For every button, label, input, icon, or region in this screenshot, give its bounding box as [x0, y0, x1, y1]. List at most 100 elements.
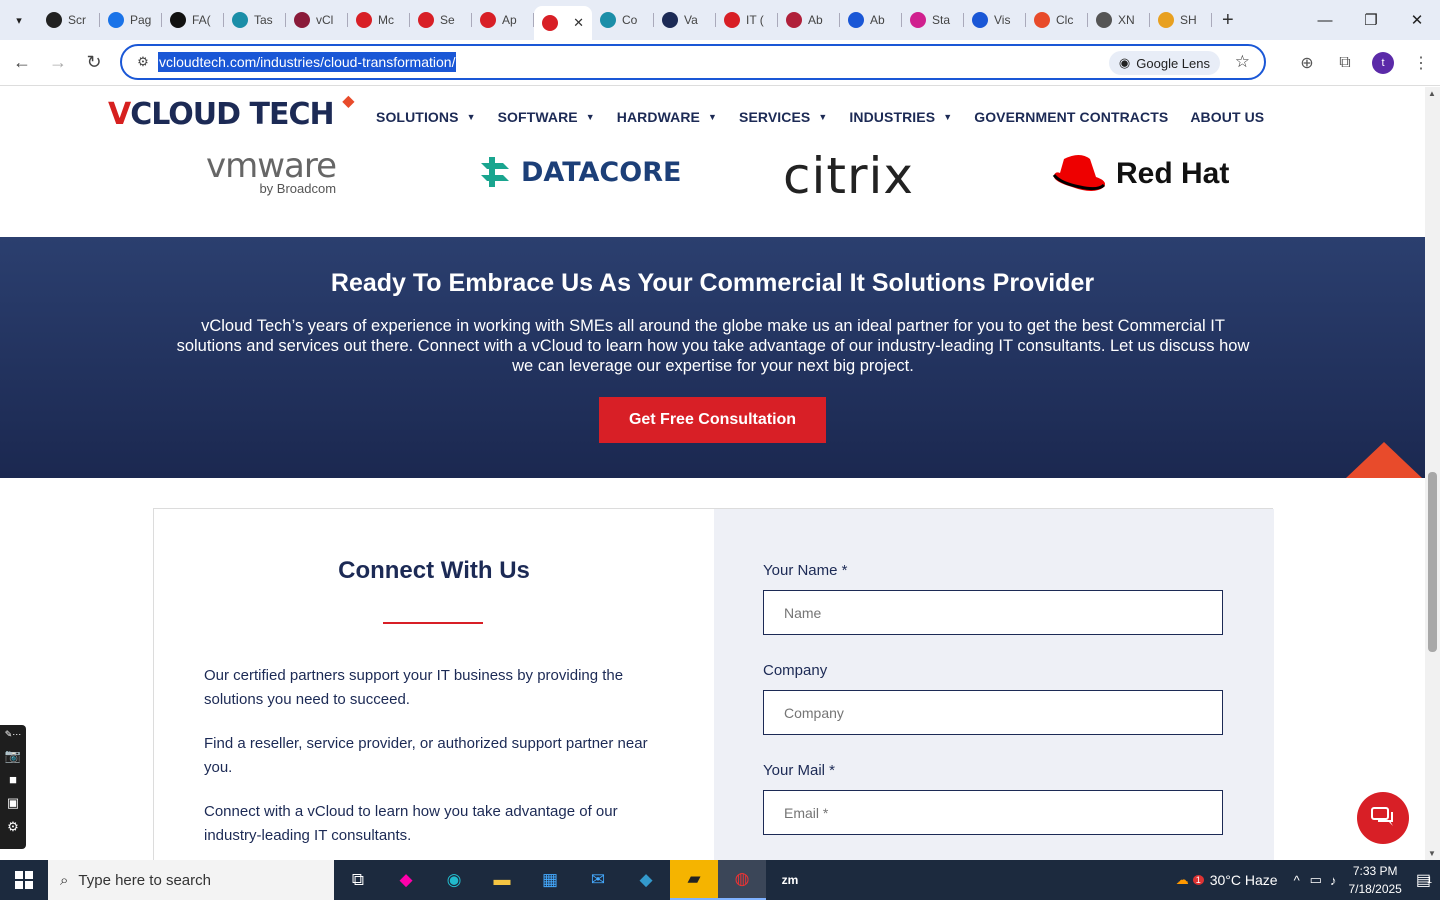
- nav-item-solutions[interactable]: SOLUTIONS ▼: [376, 109, 476, 125]
- browser-tab[interactable]: SH: [1150, 4, 1212, 36]
- browser-tab[interactable]: Ab: [840, 4, 902, 36]
- clock[interactable]: 7:33 PM 7/18/2025: [1348, 862, 1401, 898]
- name-label: Your Name *: [763, 562, 848, 579]
- forward-button[interactable]: →: [40, 45, 76, 81]
- browser-tab[interactable]: IT (: [716, 4, 778, 36]
- nav-label: INDUSTRIES: [849, 109, 936, 125]
- file-explorer-icon[interactable]: ▬: [478, 860, 526, 900]
- browser-tab[interactable]: Ap: [472, 4, 534, 36]
- email-label: Your Mail *: [763, 762, 835, 779]
- tab-search-button[interactable]: ▾: [6, 7, 32, 33]
- chat-button[interactable]: [1357, 792, 1409, 844]
- browser-tab[interactable]: Se: [410, 4, 472, 36]
- pin-icon[interactable]: ✎⋯: [5, 729, 22, 740]
- lens-icon: ◉: [1118, 55, 1131, 70]
- contact-form: Your Name * Company Your Mail *: [714, 509, 1274, 860]
- tab-title: Ab: [870, 13, 885, 27]
- chrome-icon[interactable]: ◍: [718, 860, 766, 900]
- tab-title: Co: [622, 13, 638, 27]
- bookmark-star-icon[interactable]: ☆: [1235, 52, 1250, 72]
- email-field[interactable]: [763, 790, 1223, 835]
- browser-tab[interactable]: FA(: [162, 4, 224, 36]
- company-field[interactable]: [763, 690, 1223, 735]
- scroll-up-icon[interactable]: ▲: [1428, 89, 1436, 98]
- browser-tab[interactable]: Mc: [348, 4, 410, 36]
- tab-title: vCl: [316, 13, 334, 27]
- menu-kebab-icon[interactable]: ⋮: [1402, 53, 1440, 73]
- tab-title: Ap: [502, 13, 517, 27]
- task-view-icon[interactable]: ⧉: [334, 860, 382, 900]
- chevron-down-icon: ▼: [585, 112, 595, 122]
- nav-item-services[interactable]: SERVICES ▼: [739, 109, 827, 125]
- weather-text[interactable]: 30°C Haze: [1210, 872, 1278, 888]
- gear-icon[interactable]: ⚙: [7, 819, 19, 835]
- sticky-notes-icon[interactable]: ▰: [670, 860, 718, 900]
- chevron-up-icon[interactable]: ^: [1294, 873, 1300, 888]
- close-window-button[interactable]: ✕: [1394, 0, 1440, 40]
- search-icon: ⌕: [60, 871, 69, 889]
- scroll-thumb[interactable]: [1428, 472, 1437, 652]
- edge-icon[interactable]: ◉: [430, 860, 478, 900]
- nav-item-about-us[interactable]: ABOUT US: [1190, 109, 1264, 125]
- reload-button[interactable]: ↻: [76, 45, 112, 81]
- browser-tab[interactable]: Co: [592, 4, 654, 36]
- name-field[interactable]: [763, 590, 1223, 635]
- nav-item-software[interactable]: SOFTWARE ▼: [498, 109, 595, 125]
- contact-section: Connect With Us Our certified partners s…: [153, 508, 1274, 860]
- browser-tab[interactable]: Scr: [38, 4, 100, 36]
- close-tab-icon[interactable]: ✕: [573, 15, 584, 31]
- network-icon[interactable]: ▭: [1310, 872, 1322, 888]
- translate-icon[interactable]: ⊕: [1288, 53, 1326, 73]
- camera-icon[interactable]: 📷: [5, 748, 21, 764]
- scroll-top-triangle[interactable]: [1346, 442, 1422, 478]
- tab-title: Vis: [994, 13, 1011, 27]
- new-tab-button[interactable]: +: [1222, 9, 1234, 32]
- tab-favicon-icon: [108, 12, 124, 28]
- tab-title: Se: [440, 13, 455, 27]
- app-diamond-icon[interactable]: ◆: [622, 860, 670, 900]
- browser-tab[interactable]: Pag: [100, 4, 162, 36]
- extensions-icon[interactable]: ⧉: [1326, 54, 1364, 72]
- url-text[interactable]: vcloudtech.com/industries/cloud-transfor…: [158, 52, 457, 72]
- window-icon[interactable]: ▣: [7, 795, 19, 811]
- start-button[interactable]: [0, 860, 48, 900]
- browser-tab[interactable]: Va: [654, 4, 716, 36]
- weather-icon[interactable]: ☁: [1176, 872, 1189, 888]
- taskbar-search[interactable]: ⌕ Type here to search: [48, 860, 334, 900]
- nav-item-hardware[interactable]: HARDWARE ▼: [617, 109, 717, 125]
- tab-title: Mc: [378, 13, 394, 27]
- browser-tab[interactable]: Ab: [778, 4, 840, 36]
- store-icon[interactable]: ▦: [526, 860, 574, 900]
- browser-tab[interactable]: Vis: [964, 4, 1026, 36]
- profile-avatar[interactable]: t: [1372, 52, 1394, 74]
- maximize-button[interactable]: ❐: [1348, 0, 1394, 40]
- browser-tab[interactable]: Tas: [224, 4, 286, 36]
- minimize-button[interactable]: —: [1302, 0, 1348, 40]
- page-scrollbar[interactable]: ▲ ▼: [1425, 87, 1440, 860]
- tab-favicon-icon: [294, 12, 310, 28]
- address-bar[interactable]: ⚙ vcloudtech.com/industries/cloud-transf…: [120, 44, 1266, 80]
- tab-favicon-icon: [600, 12, 616, 28]
- browser-tab[interactable]: vCl: [286, 4, 348, 36]
- site-logo[interactable]: VCLOUD TECH ◆: [108, 91, 355, 132]
- browser-tab[interactable]: Sta: [902, 4, 964, 36]
- tab-title: IT (: [746, 13, 764, 27]
- browser-tab[interactable]: ✕: [534, 6, 592, 40]
- tab-favicon-icon: [724, 12, 740, 28]
- vmware-wordmark: vmware: [206, 146, 337, 186]
- nav-item-government-contracts[interactable]: GOVERNMENT CONTRACTS: [974, 109, 1168, 125]
- site-info-icon[interactable]: ⚙: [128, 54, 158, 70]
- video-icon[interactable]: ■: [9, 772, 17, 787]
- browser-tab[interactable]: Clc: [1026, 4, 1088, 36]
- back-button[interactable]: ←: [4, 45, 40, 81]
- browser-tab[interactable]: XN: [1088, 4, 1150, 36]
- zoom-icon[interactable]: zm: [766, 860, 814, 900]
- volume-icon[interactable]: ♪: [1330, 873, 1337, 888]
- scroll-down-icon[interactable]: ▼: [1428, 849, 1436, 858]
- free-consultation-button[interactable]: Get Free Consultation: [599, 397, 826, 443]
- mail-icon[interactable]: ✉: [574, 860, 622, 900]
- tab-favicon-icon: [356, 12, 372, 28]
- copilot-icon[interactable]: ◆: [382, 860, 430, 900]
- nav-item-industries[interactable]: INDUSTRIES ▼: [849, 109, 952, 125]
- google-lens-button[interactable]: ◉ Google Lens: [1108, 51, 1220, 75]
